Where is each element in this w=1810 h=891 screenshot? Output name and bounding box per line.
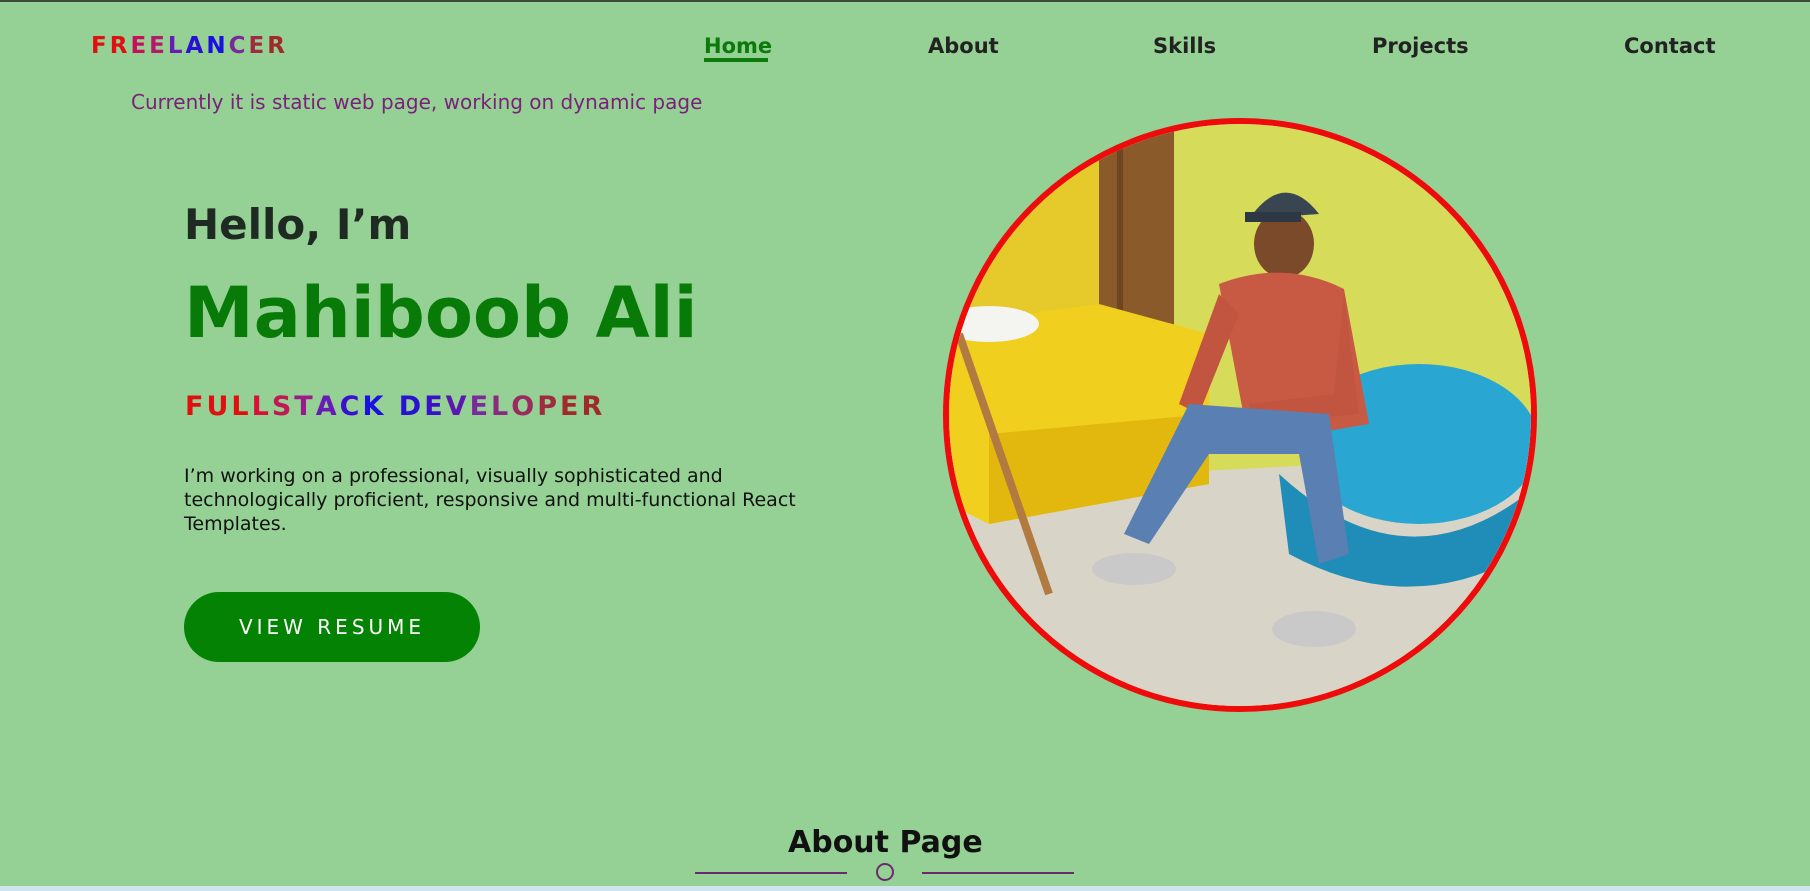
role-letter: V [445,391,470,422]
role-letter: E [469,391,492,422]
top-border [0,0,1810,2]
role-title: FULLSTACK DEVELOPER [185,391,605,422]
role-letter: L [251,391,272,422]
role-letter: F [185,391,207,422]
logo-letter: E [248,33,268,59]
role-letter: A [315,391,340,422]
logo-letter: F [91,33,110,59]
role-letter: P [537,391,560,422]
notice-text: Currently it is static web page, working… [131,90,703,114]
nav-home[interactable]: Home [704,34,772,58]
profile-photo-illustration [949,124,1531,706]
role-letter: O [511,391,538,422]
greeting: Hello, I’m [184,200,412,249]
logo-letter: L [167,33,186,59]
nav-projects[interactable]: Projects [1372,34,1469,58]
role-letter: D [398,391,425,422]
logo-letter: E [130,33,150,59]
nav-about[interactable]: About [928,34,999,58]
nav-skills[interactable]: Skills [1153,34,1216,58]
nav-contact[interactable]: Contact [1624,34,1716,58]
role-letter: U [206,391,232,422]
logo-letter: R [109,33,131,59]
logo-letter: A [185,33,207,59]
active-nav-underline [704,58,768,62]
logo-letter: N [206,33,229,59]
about-section-title: About Page [788,825,983,860]
logo-letter: E [149,33,168,59]
role-letter: T [294,391,316,422]
role-letter: E [424,391,446,422]
hero-description: I’m working on a professional, visually … [184,465,796,535]
logo-letter: C [228,33,249,59]
profile-photo [943,118,1537,712]
role-letter [386,391,398,422]
hero-name: Mahiboob Ali [184,272,698,354]
divider-circle-icon [876,863,894,881]
role-letter: C [339,391,363,422]
divider-right [922,872,1074,874]
role-letter: E [559,391,582,422]
role-letter: R [581,391,606,422]
logo[interactable]: FREELANCER [91,33,288,59]
role-letter: L [491,391,512,422]
logo-letter: R [267,33,288,59]
role-letter: K [362,391,387,422]
divider-left [695,872,847,874]
role-letter: S [271,391,295,422]
view-resume-button[interactable]: VIEW RESUME [184,592,480,662]
role-letter: L [231,391,252,422]
bottom-strip [0,886,1810,891]
